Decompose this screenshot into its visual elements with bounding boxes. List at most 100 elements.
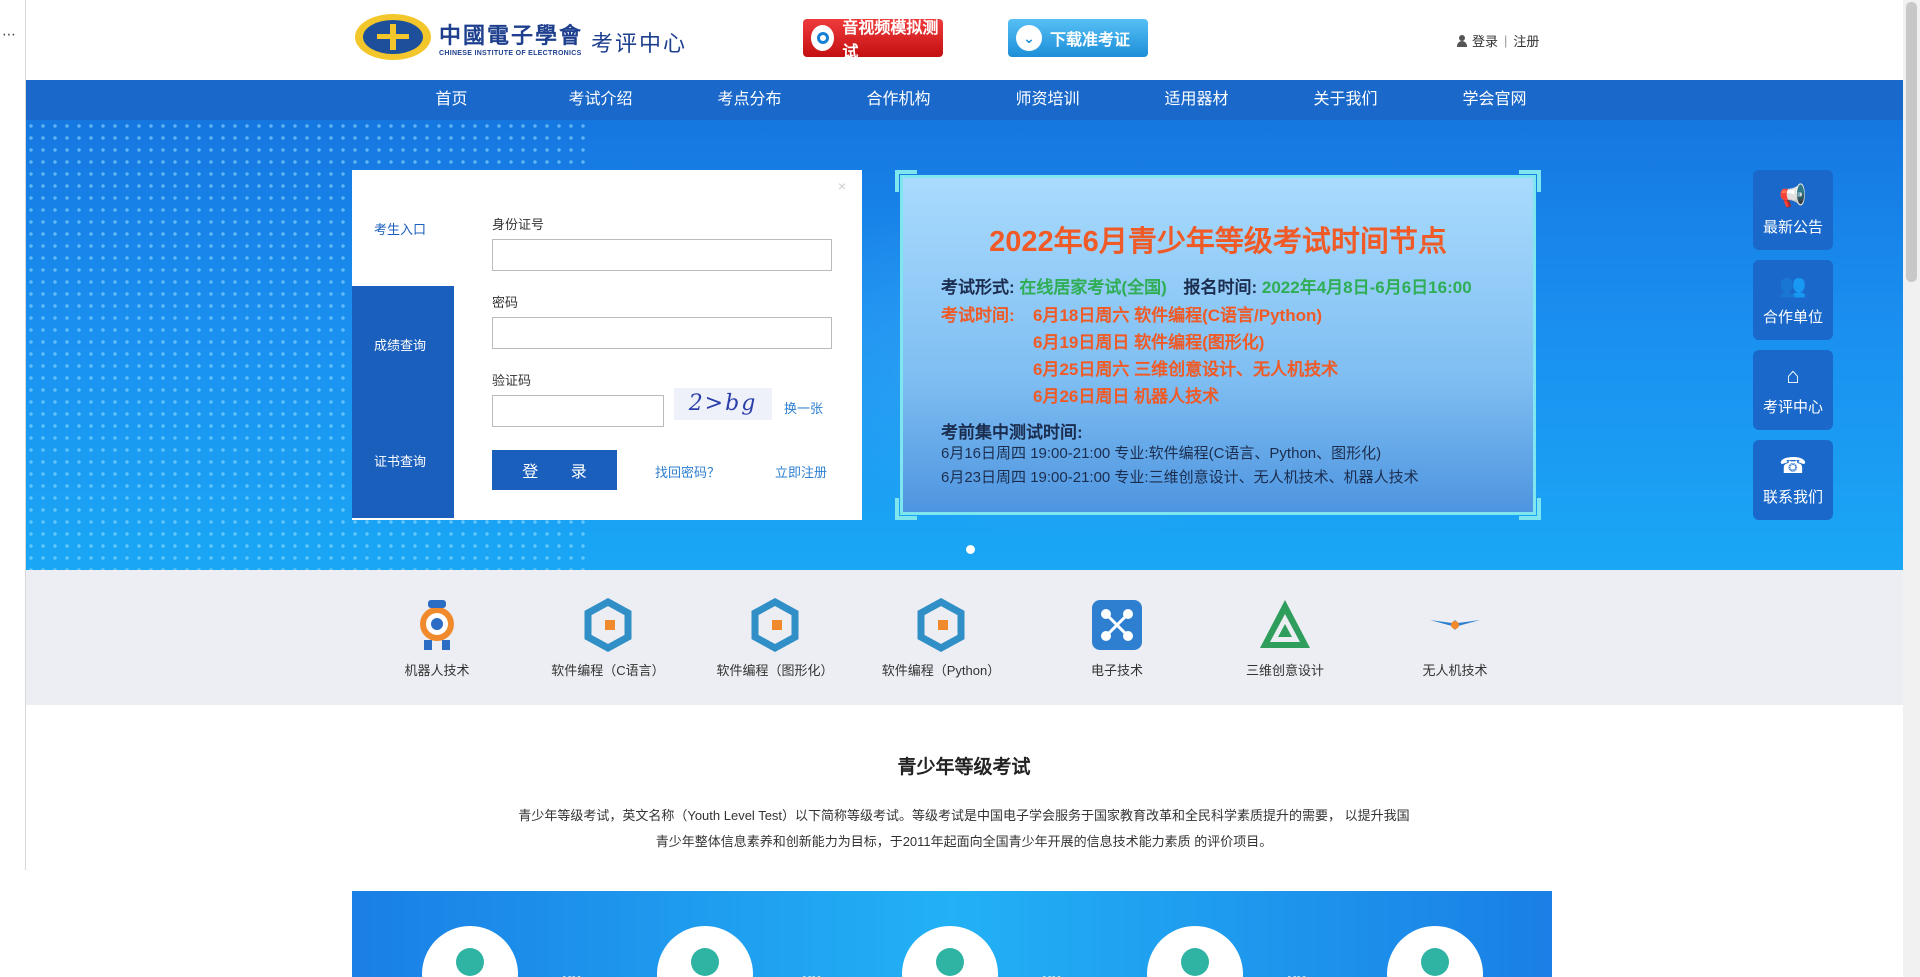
code-graphic-icon xyxy=(748,598,802,652)
captcha-input[interactable] xyxy=(492,395,664,427)
side-label: 合作单位 xyxy=(1762,309,1823,326)
nav-exam-intro[interactable]: 考试介绍 xyxy=(526,80,675,120)
step-icon xyxy=(902,926,998,977)
frame-corner xyxy=(1519,498,1541,520)
step-icon xyxy=(1387,926,1483,977)
logo-emblem-icon xyxy=(355,14,431,60)
category-strip: 机器人技术 软件编程（C语言） 软件编程（图形化） 软件编程（Python） 电… xyxy=(25,570,1903,705)
category-label: 软件编程（图形化） xyxy=(716,663,834,678)
tab-score-query[interactable]: 成绩查询 xyxy=(352,286,454,402)
category-label: 三维创意设计 xyxy=(1245,663,1324,678)
reg-label: 报名时间: xyxy=(1183,278,1258,297)
more-icon[interactable]: ⋯ xyxy=(2,26,17,43)
home-icon: ⌂ xyxy=(1786,363,1800,388)
logo[interactable]: 中國電子學會 CHINESE INSTITUTE OF ELECTRONICS … xyxy=(355,14,687,60)
close-icon[interactable]: × xyxy=(838,178,846,194)
nav-teacher-training[interactable]: 师资培训 xyxy=(973,80,1122,120)
category-robotics[interactable]: 机器人技术 xyxy=(357,598,517,679)
av-test-label: 音视频模拟测试 xyxy=(842,20,939,61)
logo-english-name: CHINESE INSTITUTE OF ELECTRONICS xyxy=(439,49,582,57)
av-test-button[interactable]: 音视频模拟测试 xyxy=(803,19,943,61)
side-label: 考评中心 xyxy=(1762,399,1823,416)
forgot-password-link[interactable]: 找回密码？ xyxy=(655,462,720,481)
step-icon xyxy=(1147,926,1243,977)
auth-links: 登录 | 注册 xyxy=(1457,31,1539,50)
phone-24-icon: ☎ xyxy=(1779,453,1807,478)
refresh-captcha-link[interactable]: 换一张 xyxy=(784,398,823,417)
id-number-group: 身份证号 xyxy=(492,214,832,271)
logo-chinese-name: 中國電子學會 xyxy=(439,22,584,49)
login-button[interactable]: 登 录 xyxy=(492,450,617,490)
exam-time-1: 6月18日周六 软件编程(C语言/Python) xyxy=(1033,306,1323,325)
circuit-icon xyxy=(1090,598,1144,652)
pretest-2: 6月23日周四 19:00-21:00 专业:三维创意设计、无人机技术、机器人技… xyxy=(941,469,1419,486)
exam-time-2: 6月19日周日 软件编程(图形化) xyxy=(1033,333,1265,352)
side-latest-announcements[interactable]: 📢 最新公告 xyxy=(1753,170,1833,250)
chevron-icon: »» xyxy=(802,966,825,977)
intro-paragraph-line1: 青少年等级考试，英文名称（Youth Level Test）以下简称等级考试。等… xyxy=(518,808,1410,823)
drone-icon xyxy=(1428,598,1482,652)
megaphone-icon: 📢 xyxy=(1779,183,1807,208)
nav-home[interactable]: 首页 xyxy=(377,80,526,120)
nav-test-centers[interactable]: 考点分布 xyxy=(675,80,824,120)
category-drone[interactable]: 无人机技术 xyxy=(1375,598,1535,679)
register-link[interactable]: 注册 xyxy=(1513,31,1539,50)
side-label: 最新公告 xyxy=(1762,219,1823,236)
category-label: 机器人技术 xyxy=(404,663,470,678)
nav-partners[interactable]: 合作机构 xyxy=(824,80,973,120)
login-link[interactable]: 登录 xyxy=(1472,31,1498,50)
nav-equipment[interactable]: 适用器材 xyxy=(1122,80,1271,120)
3d-design-icon xyxy=(1258,598,1312,652)
side-label: 联系我们 xyxy=(1762,489,1823,506)
exam-time-label: 考试时间: xyxy=(941,306,1015,325)
side-partners[interactable]: 👥 合作单位 xyxy=(1753,260,1833,340)
side-contact-us[interactable]: ☎ 联系我们 xyxy=(1753,440,1833,520)
download-label: 下载准考证 xyxy=(1050,32,1131,49)
chevron-icon: »» xyxy=(1287,966,1310,977)
frame-corner xyxy=(1519,170,1541,192)
reg-value: 2022年4月8日-6月6日16:00 xyxy=(1261,278,1472,297)
category-3d-design[interactable]: 三维创意设计 xyxy=(1205,598,1365,679)
password-group: 密码 xyxy=(492,292,832,349)
category-label: 无人机技术 xyxy=(1422,663,1488,678)
category-label: 电子技术 xyxy=(1090,663,1143,678)
code-python-icon xyxy=(914,598,968,652)
scrollbar[interactable] xyxy=(1903,0,1920,977)
id-number-input[interactable] xyxy=(492,239,832,271)
code-c-icon xyxy=(581,598,635,652)
exam-schedule-notice[interactable]: 2022年6月青少年等级考试时间节点 考试形式: 在线居家考试(全国) 报名时间… xyxy=(895,170,1541,520)
tab-candidate-entry[interactable]: 考生入口 xyxy=(352,170,454,286)
separator: | xyxy=(1504,33,1508,48)
scrollbar-thumb[interactable] xyxy=(1906,2,1917,282)
login-tabs: 考生入口 成绩查询 证书查询 xyxy=(352,170,454,520)
step-icon xyxy=(422,926,518,977)
id-number-label: 身份证号 xyxy=(492,217,545,232)
carousel-indicator[interactable] xyxy=(966,545,975,554)
camera-icon xyxy=(811,25,835,51)
pretest-label: 考前集中测试时间: xyxy=(941,423,1083,442)
login-panel: 考生入口 成绩查询 证书查询 × 身份证号 密码 验证码 2>bg 换一张 登 … xyxy=(352,170,862,520)
register-now-link[interactable]: 立即注册 xyxy=(775,462,827,481)
exam-time-4: 6月26日周日 机器人技术 xyxy=(1033,387,1220,406)
site-header: 中國電子學會 CHINESE INSTITUTE OF ELECTRONICS … xyxy=(25,0,1903,80)
captcha-label: 验证码 xyxy=(492,373,532,388)
form-value: 在线居家考试(全国) xyxy=(1019,278,1167,297)
frame-corner xyxy=(895,170,917,192)
chevron-down-icon: ⌄ xyxy=(1016,25,1042,51)
category-label: 软件编程（C语言） xyxy=(551,663,665,678)
tab-certificate-query[interactable]: 证书查询 xyxy=(352,402,454,518)
category-graphical-programming[interactable]: 软件编程（图形化） xyxy=(695,598,855,679)
password-input[interactable] xyxy=(492,317,832,349)
category-electronics[interactable]: 电子技术 xyxy=(1037,598,1197,679)
password-label: 密码 xyxy=(492,295,519,310)
category-python-programming[interactable]: 软件编程（Python） xyxy=(861,598,1021,679)
main-nav: 首页 考试介绍 考点分布 合作机构 师资培训 适用器材 关于我们 学会官网 xyxy=(25,80,1903,120)
side-evaluation-center[interactable]: ⌂ 考评中心 xyxy=(1753,350,1833,430)
download-admission-button[interactable]: ⌄ 下载准考证 xyxy=(1008,19,1148,57)
captcha-image[interactable]: 2>bg xyxy=(674,388,772,420)
nav-official-site[interactable]: 学会官网 xyxy=(1420,80,1569,120)
exam-time-3: 6月25日周六 三维创意设计、无人机技术 xyxy=(1033,360,1339,379)
category-c-programming[interactable]: 软件编程（C语言） xyxy=(528,598,688,679)
pretest-1: 6月16日周四 19:00-21:00 专业:软件编程(C语言、Python、图… xyxy=(941,445,1382,462)
nav-about[interactable]: 关于我们 xyxy=(1271,80,1420,120)
